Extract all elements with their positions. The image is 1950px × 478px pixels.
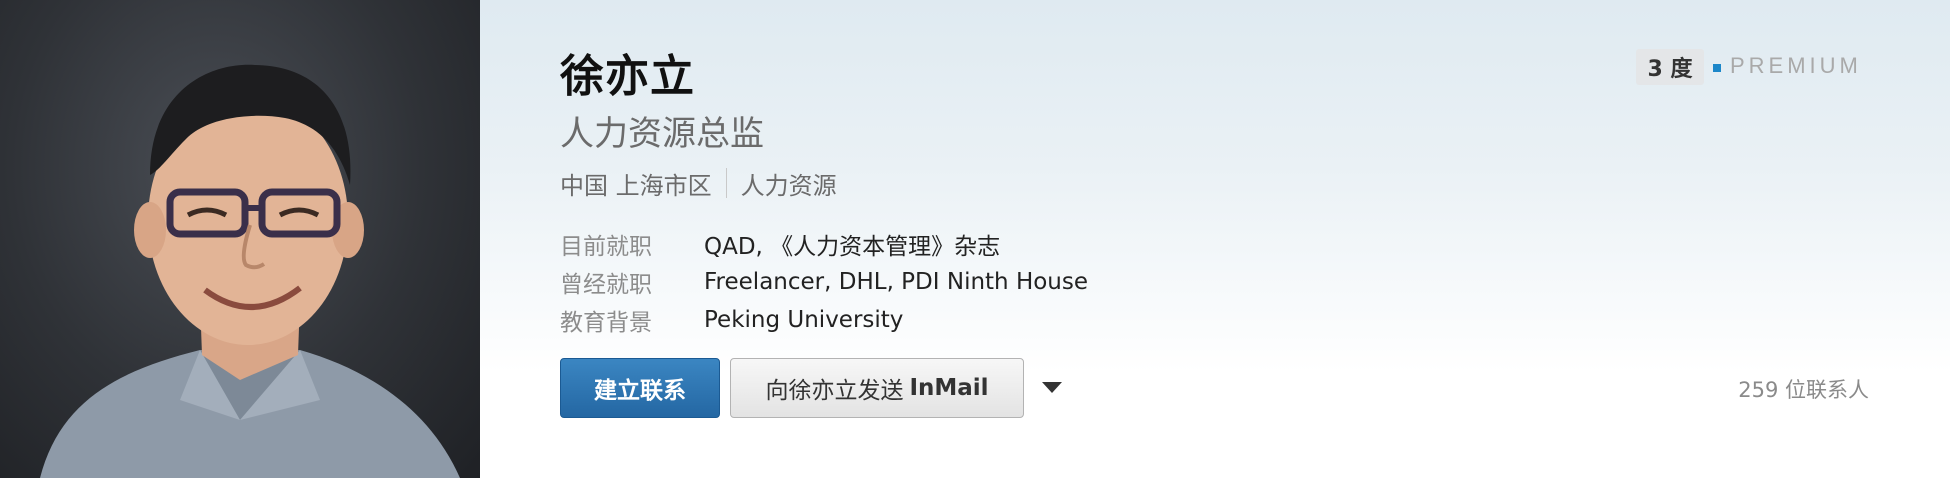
inmail-button-prefix: 向徐亦立发送	[765, 378, 904, 404]
summary-value[interactable]: QAD, 《人力资本管理》杂志	[704, 227, 1000, 261]
profile-name: 徐亦立	[560, 51, 695, 102]
summary-value[interactable]: Freelancer, DHL, PDI Ninth House	[704, 269, 1088, 295]
inmail-button-suffix: InMail	[909, 375, 989, 401]
profile-meta: 中国 上海市区 人力资源	[560, 165, 837, 201]
profile-headline: 人力资源总监	[560, 114, 764, 154]
meta-divider	[725, 168, 727, 198]
summary-value[interactable]: Peking University	[704, 307, 903, 333]
summary-label: 曾经就职	[560, 272, 652, 298]
premium-label: PREMIUM	[1730, 53, 1862, 78]
summary-label: 目前就职	[560, 234, 652, 260]
profile-location[interactable]: 中国 上海市区	[560, 166, 712, 201]
profile-card: 徐亦立 人力资源总监 中国 上海市区 人力资源 目前就职 QAD, 《人力资本管…	[0, 0, 1950, 478]
send-inmail-button[interactable]: 向徐亦立发送 InMail	[730, 358, 1024, 418]
connection-degree-badge: 3 度	[1636, 49, 1704, 85]
connect-button[interactable]: 建立联系	[560, 358, 720, 418]
profile-industry[interactable]: 人力资源	[741, 166, 837, 201]
profile-photo[interactable]	[0, 0, 480, 478]
connections-count[interactable]: 259 位联系人	[1738, 374, 1869, 404]
summary-label: 教育背景	[560, 310, 652, 336]
summary-row-education: 教育背景 Peking University	[560, 301, 1088, 339]
profile-summary: 目前就职 QAD, 《人力资本管理》杂志 曾经就职 Freelancer, DH…	[560, 225, 1088, 339]
premium-square-icon	[1713, 64, 1721, 72]
summary-row-past: 曾经就职 Freelancer, DHL, PDI Ninth House	[560, 263, 1088, 301]
summary-row-current: 目前就职 QAD, 《人力资本管理》杂志	[560, 225, 1088, 263]
profile-photo-illustration	[40, 64, 460, 478]
caret-down-icon[interactable]	[1042, 382, 1062, 393]
